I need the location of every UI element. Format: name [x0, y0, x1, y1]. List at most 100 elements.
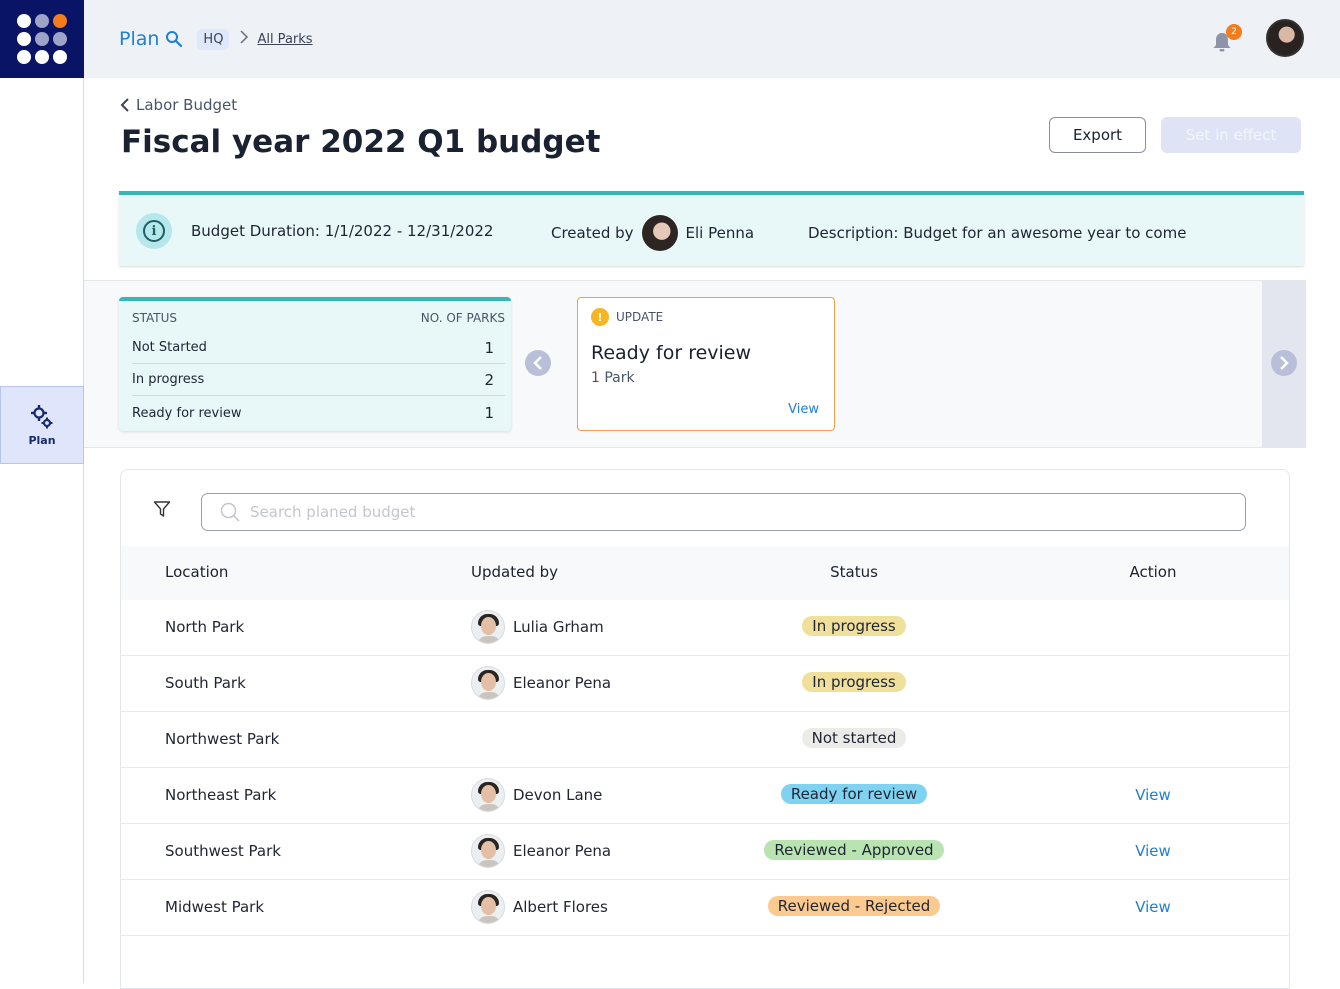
table-row[interactable]: Midwest Park Albert Flores Reviewed - Reje…: [121, 880, 1289, 936]
update-title: Ready for review: [591, 342, 752, 364]
export-button[interactable]: Export: [1049, 117, 1146, 153]
sidebar: Plan: [0, 78, 84, 983]
column-header-status[interactable]: Status: [741, 563, 967, 581]
avatar: [471, 610, 505, 644]
column-header-updated-by[interactable]: Updated by: [471, 563, 558, 581]
update-tag: UPDATE: [616, 310, 664, 324]
search-input[interactable]: [250, 503, 1150, 521]
carousel-prev-button[interactable]: [525, 350, 551, 376]
chevron-right-icon: [239, 29, 249, 49]
budget-duration: Budget Duration: 1/1/2022 - 12/31/2022: [191, 222, 494, 240]
summary-count: 2: [484, 370, 494, 389]
updated-by-cell: Albert Flores: [471, 890, 608, 924]
summary-row: In progress 2: [132, 364, 505, 396]
avatar: [471, 778, 505, 812]
notifications-button[interactable]: 2: [1210, 24, 1242, 54]
table-row[interactable]: North Park Lulia Grham In progress: [121, 600, 1289, 656]
created-by-label: Created by: [551, 224, 634, 242]
chevron-left-icon: [120, 98, 129, 112]
column-header-location[interactable]: Location: [165, 563, 228, 581]
avatar: [471, 890, 505, 924]
avatar: [471, 666, 505, 700]
back-link[interactable]: Labor Budget: [120, 96, 237, 114]
updated-by-name: Eleanor Pena: [513, 674, 612, 692]
summary-status: Ready for review: [132, 405, 242, 421]
table-row[interactable]: South Park Eleanor Pena In progress: [121, 656, 1289, 712]
status-badge: Not started: [801, 728, 907, 748]
updated-by-cell: Eleanor Pena: [471, 666, 611, 700]
status-badge: Reviewed - Rejected: [767, 896, 941, 916]
module-title-text: Plan: [119, 28, 160, 50]
status-cell: Not started: [741, 728, 967, 748]
hq-chip[interactable]: HQ: [197, 28, 230, 50]
notification-count-badge: 2: [1226, 24, 1242, 40]
avatar: [471, 834, 505, 868]
chevron-right-icon: [1280, 356, 1289, 370]
column-header-action: Action: [1129, 563, 1177, 581]
top-bar: Plan HQ All Parks 2: [84, 0, 1340, 78]
warning-icon: !: [591, 308, 609, 326]
summary-count: 1: [484, 338, 494, 357]
updated-by-cell: Lulia Grham: [471, 610, 604, 644]
sidebar-item-plan[interactable]: Plan: [0, 386, 84, 464]
updated-by-name: Eleanor Pena: [513, 842, 612, 860]
budget-description: Description: Budget for an awesome year …: [808, 224, 1187, 242]
budget-table-card: Location Updated by Status Action North …: [120, 469, 1290, 989]
status-cell: Ready for review: [741, 784, 967, 804]
summary-count: 1: [484, 404, 494, 422]
breadcrumb-all-parks[interactable]: All Parks: [257, 32, 312, 47]
view-link[interactable]: View: [1101, 842, 1205, 860]
module-title: Plan: [119, 28, 183, 50]
back-link-label: Labor Budget: [136, 96, 238, 114]
table-header: Location Updated by Status Action: [121, 546, 1289, 600]
search-icon: [220, 502, 240, 522]
gears-icon: [31, 404, 53, 428]
table-row[interactable]: Northwest Park Not started: [121, 712, 1289, 768]
budget-info-banner: i Budget Duration: 1/1/2022 - 12/31/2022…: [119, 191, 1304, 266]
creator-avatar: [641, 215, 678, 251]
created-by: Created by Eli Penna: [551, 215, 754, 251]
count-header: NO. OF PARKS: [420, 311, 505, 325]
info-icon: i: [136, 213, 172, 249]
page-title: Fiscal year 2022 Q1 budget: [121, 124, 601, 160]
summary-status: Not Started: [132, 340, 207, 355]
view-link[interactable]: View: [1101, 898, 1205, 916]
status-badge: In progress: [802, 672, 906, 692]
carousel-next-button[interactable]: [1271, 350, 1297, 376]
table-row[interactable]: Northeast Park Devon Lane Ready for review…: [121, 768, 1289, 824]
location-cell: South Park: [165, 674, 246, 692]
summary-row: Ready for review 1: [132, 397, 505, 429]
update-view-link[interactable]: View: [788, 402, 819, 417]
app-logo[interactable]: [0, 0, 84, 78]
update-subtitle: 1 Park: [591, 370, 635, 386]
search-field[interactable]: [201, 493, 1246, 531]
status-summary-card: STATUS NO. OF PARKS Not Started 1 In pro…: [119, 297, 511, 431]
view-link[interactable]: View: [1101, 786, 1205, 804]
table-row[interactable]: Southwest Park Eleanor Pena Reviewed - App…: [121, 824, 1289, 880]
user-avatar[interactable]: [1266, 19, 1304, 57]
status-badge: Reviewed - Approved: [764, 840, 944, 860]
status-cell: Reviewed - Rejected: [741, 896, 967, 916]
updated-by-cell: Eleanor Pena: [471, 834, 611, 868]
chevron-left-icon: [533, 356, 542, 370]
logo-grid-icon: [17, 14, 67, 64]
status-badge: Ready for review: [780, 784, 928, 804]
filter-button[interactable]: [153, 500, 171, 522]
updated-by-cell: Devon Lane: [471, 778, 602, 812]
creator-name: Eli Penna: [685, 224, 755, 242]
search-icon[interactable]: [165, 30, 183, 48]
updated-by-name: Albert Flores: [513, 898, 608, 916]
update-card: ! UPDATE Ready for review 1 Park View: [577, 297, 835, 431]
status-badge: In progress: [802, 616, 906, 636]
status-header: STATUS: [132, 311, 178, 325]
location-cell: Northwest Park: [165, 730, 280, 748]
location-cell: North Park: [165, 618, 245, 636]
summary-status: In progress: [132, 372, 205, 387]
status-cell: In progress: [741, 672, 967, 692]
updated-by-name: Lulia Grham: [513, 618, 604, 636]
filter-icon: [153, 501, 171, 517]
sidebar-item-label: Plan: [28, 433, 56, 447]
status-cell: In progress: [741, 616, 967, 636]
set-in-effect-button[interactable]: Set in effect: [1161, 117, 1301, 153]
location-cell: Southwest Park: [165, 842, 281, 860]
